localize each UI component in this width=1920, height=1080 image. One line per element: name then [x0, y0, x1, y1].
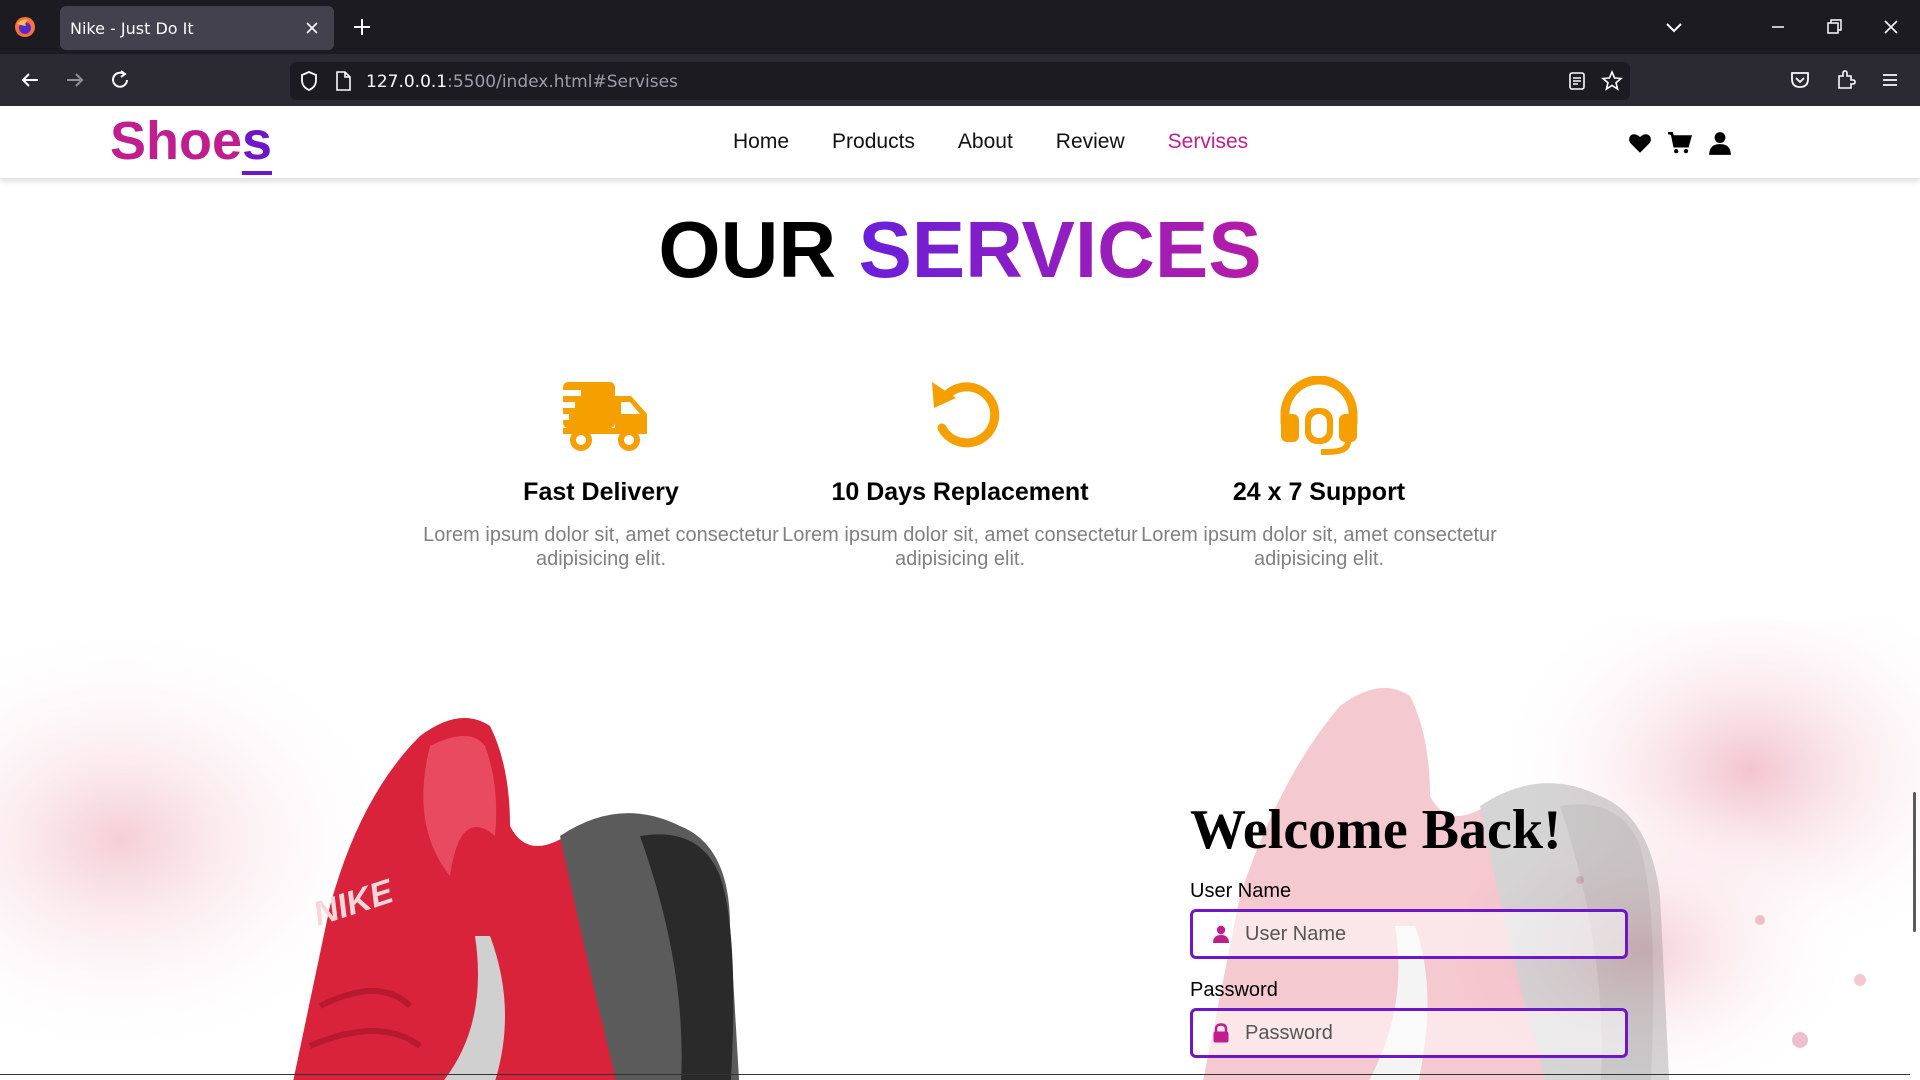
nav-products[interactable]: Products: [832, 130, 915, 154]
page-icon[interactable]: [332, 70, 354, 92]
heart-icon[interactable]: [1627, 130, 1653, 156]
red-shoe-image: NIKE: [293, 718, 740, 1080]
shield-icon[interactable]: [298, 70, 320, 92]
replacement-icon: [932, 382, 1000, 448]
pocket-icon[interactable]: [1788, 68, 1812, 92]
site-logo[interactable]: Shoes: [110, 110, 273, 175]
password-label: Password: [1190, 979, 1278, 1001]
login-form: Welcome Back! User Name Password: [1190, 798, 1630, 1078]
headset-icon: [1280, 376, 1358, 455]
lock-icon: [1213, 1023, 1229, 1043]
service-title: 24 x 7 Support: [1232, 478, 1406, 506]
close-tab-icon[interactable]: [302, 18, 322, 38]
site-header: Shoes Home Products About Review Servise…: [0, 106, 1920, 178]
services-heading: OUR SERVICES: [658, 205, 1262, 294]
service-text: Lorem ipsum dolor sit, amet consectetur …: [1141, 524, 1497, 570]
url-bar[interactable]: 127.0.0.1:5500/index.html#Servises: [290, 62, 1630, 100]
service-card-support: 24 x 7 Support Lorem ipsum dolor sit, am…: [1139, 376, 1499, 571]
login-heading: Welcome Back!: [1190, 799, 1562, 861]
firefox-logo-icon: [15, 17, 35, 37]
page-scrollbar[interactable]: [1913, 792, 1916, 932]
nav-servises[interactable]: Servises: [1168, 130, 1249, 154]
password-field[interactable]: [1190, 1008, 1628, 1058]
cart-icon[interactable]: [1667, 130, 1693, 156]
bookmark-star-icon[interactable]: [1600, 69, 1624, 93]
header-icons: [1627, 130, 1733, 156]
back-arrow-icon[interactable]: [18, 68, 42, 92]
service-card-delivery: Fast Delivery Lorem ipsum dolor sit, ame…: [421, 376, 781, 571]
username-label: User Name: [1190, 880, 1292, 902]
user-icon: [1213, 925, 1229, 943]
nav-review[interactable]: Review: [1056, 130, 1125, 154]
login-section: NIKE Welcome Back! User Name Password: [0, 620, 1920, 1080]
bottom-divider: [0, 1074, 1910, 1075]
new-tab-icon[interactable]: [350, 15, 374, 39]
nav-home[interactable]: Home: [733, 130, 789, 154]
username-input[interactable]: [1245, 912, 1615, 956]
tab-title: Nike - Just Do It: [70, 19, 194, 38]
forward-arrow-icon[interactable]: [63, 68, 87, 92]
restore-icon[interactable]: [1822, 15, 1846, 39]
browser-tab[interactable]: Nike - Just Do It: [60, 6, 334, 50]
password-input[interactable]: [1245, 1011, 1615, 1055]
main-nav: Home Products About Review Servises: [733, 130, 1291, 154]
service-text: Lorem ipsum dolor sit, amet consectetur …: [423, 524, 779, 570]
browser-tab-bar: Nike - Just Do It: [0, 0, 1920, 54]
minimize-icon[interactable]: [1766, 15, 1790, 39]
reload-icon[interactable]: [108, 68, 132, 92]
service-card-replacement: 10 Days Replacement Lorem ipsum dolor si…: [780, 376, 1140, 571]
user-icon[interactable]: [1707, 130, 1733, 156]
browser-nav-bar: 127.0.0.1:5500/index.html#Servises: [0, 54, 1920, 106]
menu-hamburger-icon[interactable]: [1878, 68, 1902, 92]
extensions-icon[interactable]: [1834, 68, 1858, 92]
service-text: Lorem ipsum dolor sit, amet consectetur …: [782, 524, 1138, 570]
tab-list-chevron-icon[interactable]: [1662, 15, 1686, 39]
nav-about[interactable]: About: [958, 130, 1013, 154]
service-title: Fast Delivery: [523, 478, 679, 506]
truck-icon: [551, 382, 647, 451]
url-text: 127.0.0.1:5500/index.html#Servises: [366, 72, 678, 92]
close-window-icon[interactable]: [1879, 15, 1903, 39]
username-field[interactable]: [1190, 909, 1628, 959]
reader-view-icon[interactable]: [1566, 70, 1588, 92]
service-title: 10 Days Replacement: [831, 478, 1089, 506]
